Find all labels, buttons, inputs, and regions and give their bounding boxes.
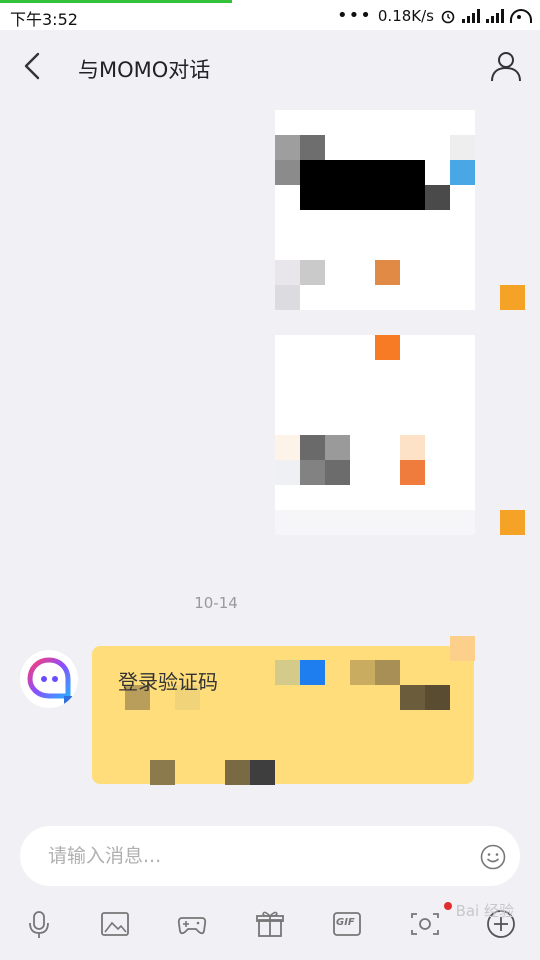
mosaic-tile xyxy=(375,335,400,360)
mosaic-tile xyxy=(300,460,325,485)
momo-avatar[interactable] xyxy=(20,650,78,708)
camera-icon[interactable] xyxy=(409,908,441,940)
sent-image-message[interactable] xyxy=(275,110,475,310)
mosaic-tile xyxy=(375,260,400,285)
date-separator: 10-14 xyxy=(0,594,540,612)
emoji-icon[interactable] xyxy=(480,844,506,870)
mosaic-tile xyxy=(375,660,400,685)
mosaic-tile xyxy=(225,760,250,785)
person-icon[interactable] xyxy=(488,48,524,84)
status-indicators: ••• 0.18K/s xyxy=(337,5,532,26)
mosaic-tile xyxy=(150,760,175,785)
mosaic-tile xyxy=(275,460,300,485)
mosaic-tile xyxy=(250,760,275,785)
mosaic-tile xyxy=(325,460,350,485)
input-area: GIF xyxy=(0,810,540,960)
mosaic-tile xyxy=(275,160,300,185)
signal-icon xyxy=(462,8,480,23)
redaction-bar xyxy=(300,160,425,210)
mosaic-tile xyxy=(400,460,425,485)
gift-icon[interactable] xyxy=(254,908,286,940)
image-footer xyxy=(275,510,475,535)
status-time: 下午3:52 xyxy=(10,10,78,29)
my-avatar[interactable] xyxy=(500,285,525,310)
wifi-icon xyxy=(510,8,532,23)
microphone-icon[interactable] xyxy=(23,908,55,940)
incoming-message-text: 登录验证码 xyxy=(118,670,218,694)
mosaic-tile xyxy=(325,435,350,460)
chevron-left-icon[interactable] xyxy=(18,50,46,82)
mosaic-tile xyxy=(400,435,425,460)
mosaic-tile xyxy=(450,160,475,185)
mosaic-tile xyxy=(275,435,300,460)
mosaic-tile xyxy=(425,185,450,210)
image-icon[interactable] xyxy=(99,908,131,940)
message-input[interactable] xyxy=(20,826,520,886)
gamepad-icon[interactable] xyxy=(176,908,208,940)
more-dots: ••• xyxy=(337,5,372,26)
sent-image-message[interactable] xyxy=(275,335,475,535)
page-load-progress xyxy=(0,0,232,3)
mosaic-tile xyxy=(400,685,425,710)
signal-icon-2 xyxy=(486,8,504,23)
mosaic-tile xyxy=(275,135,300,160)
alarm-icon xyxy=(441,10,455,23)
gif-icon[interactable]: GIF xyxy=(331,908,363,940)
mosaic-tile xyxy=(300,435,325,460)
notification-dot xyxy=(444,902,452,910)
mosaic-tile xyxy=(450,135,475,160)
mosaic-tile xyxy=(300,660,325,685)
gif-label: GIF xyxy=(336,917,355,928)
watermark: Bai 经验 xyxy=(455,902,514,920)
momo-logo-icon xyxy=(27,657,72,704)
mosaic-tile xyxy=(350,660,375,685)
mosaic-tile xyxy=(275,260,300,285)
chat-header: 与MOMO对话 xyxy=(0,30,540,102)
page-title: 与MOMO对话 xyxy=(78,58,211,82)
mosaic-tile xyxy=(300,260,325,285)
mosaic-tile xyxy=(275,285,300,310)
mosaic-tile xyxy=(450,636,475,661)
my-avatar[interactable] xyxy=(500,510,525,535)
status-bar: 下午3:52 ••• 0.18K/s xyxy=(0,0,540,30)
mosaic-tile xyxy=(300,135,325,160)
mosaic-tile xyxy=(425,685,450,710)
date-label: 10-14 xyxy=(194,594,238,612)
network-speed: 0.18K/s xyxy=(377,6,434,25)
mosaic-tile xyxy=(275,660,300,685)
